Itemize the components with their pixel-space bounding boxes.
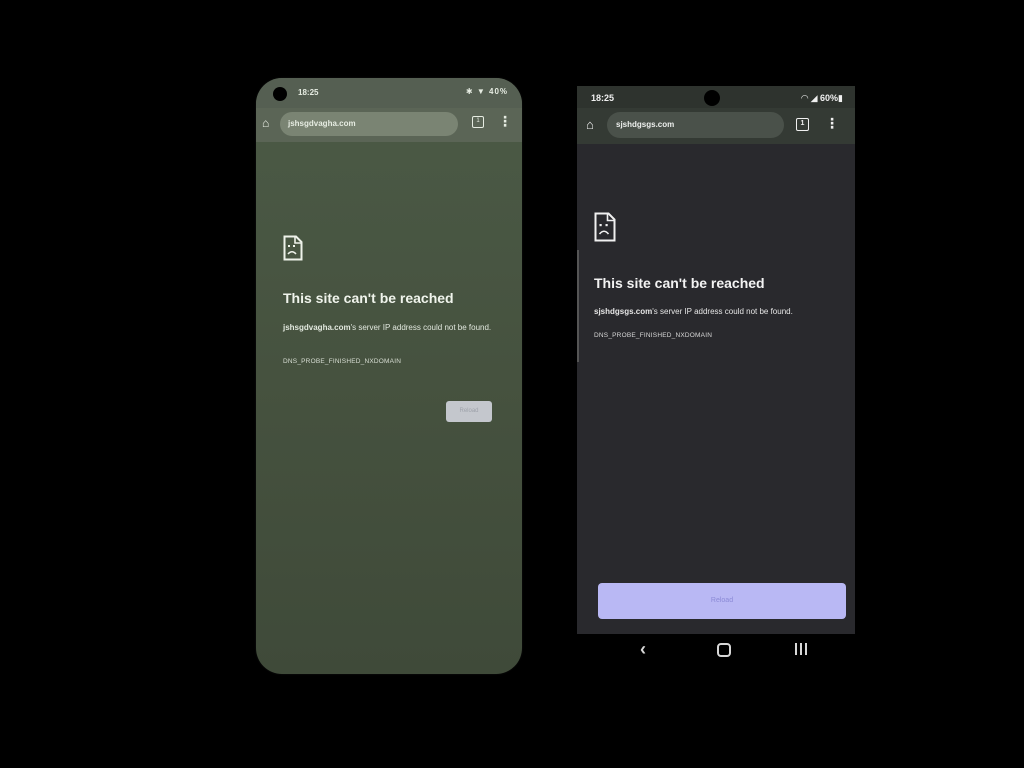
status-time: 18:25 xyxy=(591,93,615,103)
status-bar: 18:25 ◠ ◢ 60%▮ xyxy=(577,86,855,108)
home-icon[interactable]: ⌂ xyxy=(262,117,274,129)
error-host: sjshdgsgs.com xyxy=(594,307,653,316)
reload-button[interactable]: Reload xyxy=(598,583,846,619)
error-description: sjshdgsgs.com's server IP address could … xyxy=(594,305,844,318)
more-vert-icon[interactable]: ⋮ xyxy=(498,114,512,128)
error-host: jshsgdvagha.com xyxy=(283,323,351,332)
error-code: DNS_PROBE_FINISHED_NXDOMAIN xyxy=(594,332,713,339)
left-phone-screen: 18:25 ✱ ▼ 40% ⌂ jshsgdvagha.com 1 ⋮ This… xyxy=(256,78,522,674)
nav-home-icon[interactable] xyxy=(717,643,731,657)
sad-page-icon xyxy=(594,212,616,242)
error-description: jshsgdvagha.com's server IP address coul… xyxy=(283,320,493,335)
browser-toolbar: ⌂ jshsgdvagha.com 1 ⋮ xyxy=(256,108,522,142)
error-description-text: 's server IP address could not be found. xyxy=(350,323,492,332)
status-time: 18:25 xyxy=(298,88,319,97)
recents-icon[interactable] xyxy=(795,643,807,655)
status-icons: ✱ ▼ 40% xyxy=(465,87,508,96)
front-camera xyxy=(704,90,720,106)
photo-stage: 18:25 ✱ ▼ 40% ⌂ jshsgdvagha.com 1 ⋮ This… xyxy=(0,0,1024,768)
tab-switcher-icon[interactable]: 1 xyxy=(796,118,809,131)
address-bar[interactable]: sjshdgsgs.com xyxy=(607,112,784,138)
front-camera xyxy=(273,87,287,101)
edge-panel-handle[interactable] xyxy=(577,250,579,362)
error-description-text: 's server IP address could not be found. xyxy=(652,307,793,316)
address-bar[interactable]: jshsgdvagha.com xyxy=(280,112,458,136)
error-code: DNS_PROBE_FINISHED_NXDOMAIN xyxy=(283,358,402,365)
browser-toolbar: ⌂ sjshdgsgs.com 1 ⋮ xyxy=(577,108,855,144)
system-nav-bar: ‹ xyxy=(577,636,855,664)
status-icons: ◠ ◢ 60%▮ xyxy=(801,93,843,103)
back-icon[interactable]: ‹ xyxy=(640,640,650,658)
reload-button[interactable]: Reload xyxy=(446,401,492,422)
sad-page-icon xyxy=(283,235,303,261)
tab-switcher-icon[interactable]: 1 xyxy=(472,116,484,128)
more-vert-icon[interactable]: ⋮ xyxy=(825,116,839,130)
home-icon[interactable]: ⌂ xyxy=(586,118,594,131)
error-title: This site can't be reached xyxy=(594,275,765,291)
status-bar: 18:25 ✱ ▼ 40% xyxy=(256,78,522,108)
right-phone-screen: 18:25 ◠ ◢ 60%▮ ⌂ sjshdgsgs.com 1 ⋮ This … xyxy=(577,86,855,634)
error-title: This site can't be reached xyxy=(283,290,454,306)
